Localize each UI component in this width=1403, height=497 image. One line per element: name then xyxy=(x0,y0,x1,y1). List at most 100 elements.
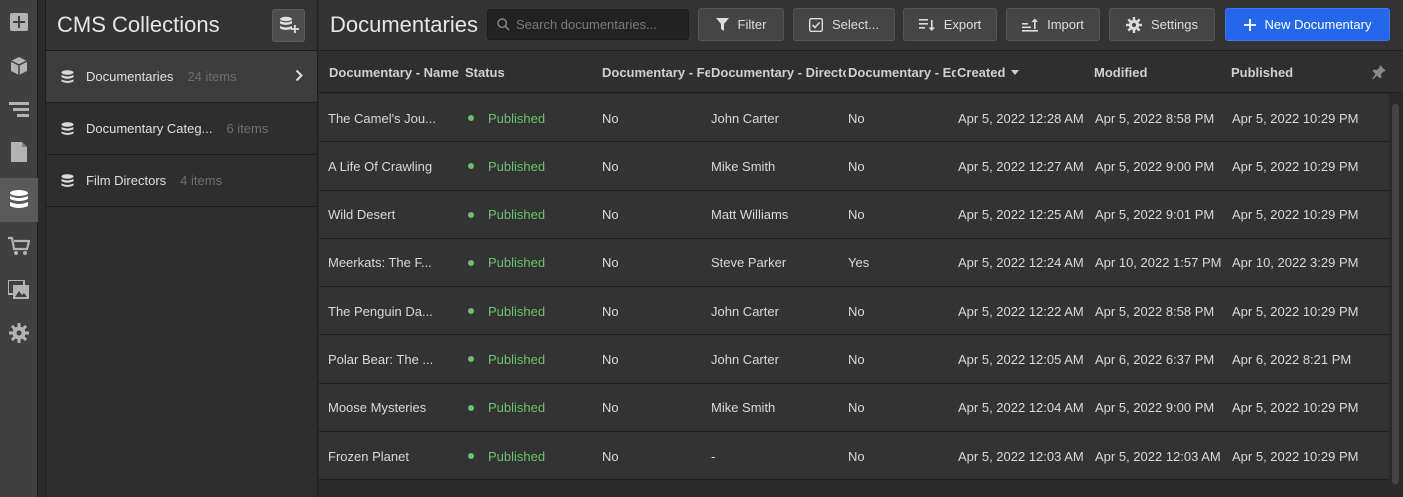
select-button-label: Select... xyxy=(832,17,879,32)
cell-featured: No xyxy=(602,255,619,271)
column-header-published[interactable]: Published xyxy=(1231,51,1361,93)
table-row[interactable]: Frozen Planet Published No - No Apr 5, 2… xyxy=(319,432,1389,481)
cell-director: - xyxy=(711,448,716,464)
status-dot-icon xyxy=(468,259,474,266)
filter-button[interactable]: Filter xyxy=(698,8,784,41)
cms-button[interactable] xyxy=(0,178,38,222)
cell-status: Published xyxy=(467,142,545,190)
filter-icon xyxy=(715,17,729,31)
assets-button[interactable] xyxy=(0,268,38,312)
table-row[interactable]: The Penguin Da... Published No John Cart… xyxy=(319,287,1389,336)
column-header-created[interactable]: Created xyxy=(957,51,1087,93)
table-row[interactable]: A Life Of Crawling Published No Mike Smi… xyxy=(319,142,1389,191)
cell-name: Meerkats: The F... xyxy=(328,255,432,271)
cell-editors-pick: Yes xyxy=(848,255,870,271)
column-header-featured[interactable]: Documentary - Featured xyxy=(602,51,710,93)
collection-item-documentary-categories[interactable]: Documentary Categ... 6 items xyxy=(46,103,317,155)
column-header-modified[interactable]: Modified xyxy=(1094,51,1224,93)
export-button-label: Export xyxy=(943,17,982,32)
cell-editors-pick: No xyxy=(848,351,865,367)
collection-name: Documentaries xyxy=(86,69,174,84)
import-button[interactable]: Import xyxy=(1006,8,1100,41)
assets-icon xyxy=(8,280,29,299)
navigator-button[interactable] xyxy=(0,88,38,132)
cell-editors-pick: No xyxy=(848,110,865,126)
pin-icon xyxy=(1372,65,1386,80)
collections-panel: CMS Collections Documentaries 24 items D… xyxy=(46,0,318,497)
cell-status: Published xyxy=(467,335,545,383)
plus-icon xyxy=(1243,18,1256,31)
ecommerce-button[interactable] xyxy=(0,224,38,268)
search-icon xyxy=(497,18,510,31)
new-documentary-button[interactable]: New Documentary xyxy=(1225,8,1390,41)
settings-icon xyxy=(9,323,29,343)
search-input[interactable] xyxy=(516,17,686,32)
status-dot-icon xyxy=(468,163,474,170)
table-row[interactable]: Polar Bear: The ... Published No John Ca… xyxy=(319,335,1389,384)
status-text: Published xyxy=(488,255,546,271)
collection-icon xyxy=(61,69,75,84)
pin-columns-button[interactable] xyxy=(1371,51,1391,93)
export-button[interactable]: Export xyxy=(903,8,997,41)
cell-modified: Apr 5, 2022 8:58 PM xyxy=(1095,303,1215,319)
collection-name: Documentary Categ... xyxy=(86,121,213,136)
column-header-editors-pick[interactable]: Documentary - Editor's Pick xyxy=(848,51,956,93)
table-row[interactable]: Wild Desert Published No Matt Williams N… xyxy=(319,190,1389,239)
table-row[interactable]: Moose Mysteries Published No Mike Smith … xyxy=(319,383,1389,433)
cell-featured: No xyxy=(602,351,619,367)
column-header-created-label: Created xyxy=(957,64,1006,80)
cell-published: Apr 5, 2022 10:29 PM xyxy=(1232,158,1359,174)
cell-modified: Apr 5, 2022 12:03 AM xyxy=(1095,448,1221,464)
cell-published: Apr 10, 2022 3:29 PM xyxy=(1232,255,1359,271)
ecommerce-icon xyxy=(8,236,30,255)
cell-director: John Carter xyxy=(711,351,779,367)
collection-name: Film Directors xyxy=(86,173,167,188)
collection-items-view: Documentaries Filter Select... Export Im… xyxy=(319,0,1403,497)
collection-item-film-directors[interactable]: Film Directors 4 items xyxy=(46,155,317,207)
cell-modified: Apr 6, 2022 6:37 PM xyxy=(1095,351,1215,367)
collections-title: CMS Collections xyxy=(57,12,220,37)
column-header-status[interactable]: Status xyxy=(465,51,585,93)
add-box-icon xyxy=(10,13,28,31)
cell-director: Matt Williams xyxy=(711,207,789,223)
table-row[interactable]: Meerkats: The F... Published No Steve Pa… xyxy=(319,238,1389,288)
collection-settings-button[interactable]: Settings xyxy=(1109,8,1215,41)
collection-item-documentaries[interactable]: Documentaries 24 items xyxy=(46,51,317,103)
navigator-icon xyxy=(9,102,29,117)
page-title: Documentaries xyxy=(330,12,478,37)
status-text: Published xyxy=(488,158,546,174)
table-row[interactable]: The Camel's Jou... Published No John Car… xyxy=(319,94,1389,143)
export-icon xyxy=(918,18,935,31)
cell-status: Published xyxy=(467,287,545,335)
scrollbar-thumb[interactable] xyxy=(1392,104,1399,484)
collection-icon xyxy=(61,121,75,136)
symbols-button[interactable] xyxy=(0,44,38,88)
cell-modified: Apr 5, 2022 9:00 PM xyxy=(1095,158,1215,174)
cell-featured: No xyxy=(602,158,619,174)
collection-count: 6 items xyxy=(226,121,269,136)
pages-button[interactable] xyxy=(0,130,38,174)
cell-created: Apr 5, 2022 12:04 AM xyxy=(958,400,1084,416)
cell-status: Published xyxy=(467,384,545,432)
settings-rail-button[interactable] xyxy=(0,311,38,355)
cell-published: Apr 6, 2022 8:21 PM xyxy=(1232,351,1352,367)
status-dot-icon xyxy=(468,453,474,460)
add-panel-button[interactable] xyxy=(0,0,38,44)
search-box[interactable] xyxy=(487,9,689,40)
status-text: Published xyxy=(488,448,546,464)
cell-name: Frozen Planet xyxy=(328,448,409,464)
status-dot-icon xyxy=(468,211,474,218)
add-collection-button[interactable] xyxy=(272,8,305,42)
cell-name: Moose Mysteries xyxy=(328,400,427,416)
cell-featured: No xyxy=(602,110,619,126)
cell-name: Polar Bear: The ... xyxy=(328,351,434,367)
column-header-name[interactable]: Documentary - Name xyxy=(329,51,460,93)
table-scrollbar[interactable] xyxy=(1389,94,1401,497)
cell-modified: Apr 5, 2022 8:58 PM xyxy=(1095,110,1215,126)
select-button[interactable]: Select... xyxy=(793,8,895,41)
collection-icon xyxy=(61,173,75,188)
cell-modified: Apr 5, 2022 9:01 PM xyxy=(1095,207,1215,223)
column-header-director[interactable]: Documentary - Director xyxy=(711,51,846,93)
sort-desc-icon xyxy=(1011,69,1020,75)
cell-editors-pick: No xyxy=(848,448,865,464)
